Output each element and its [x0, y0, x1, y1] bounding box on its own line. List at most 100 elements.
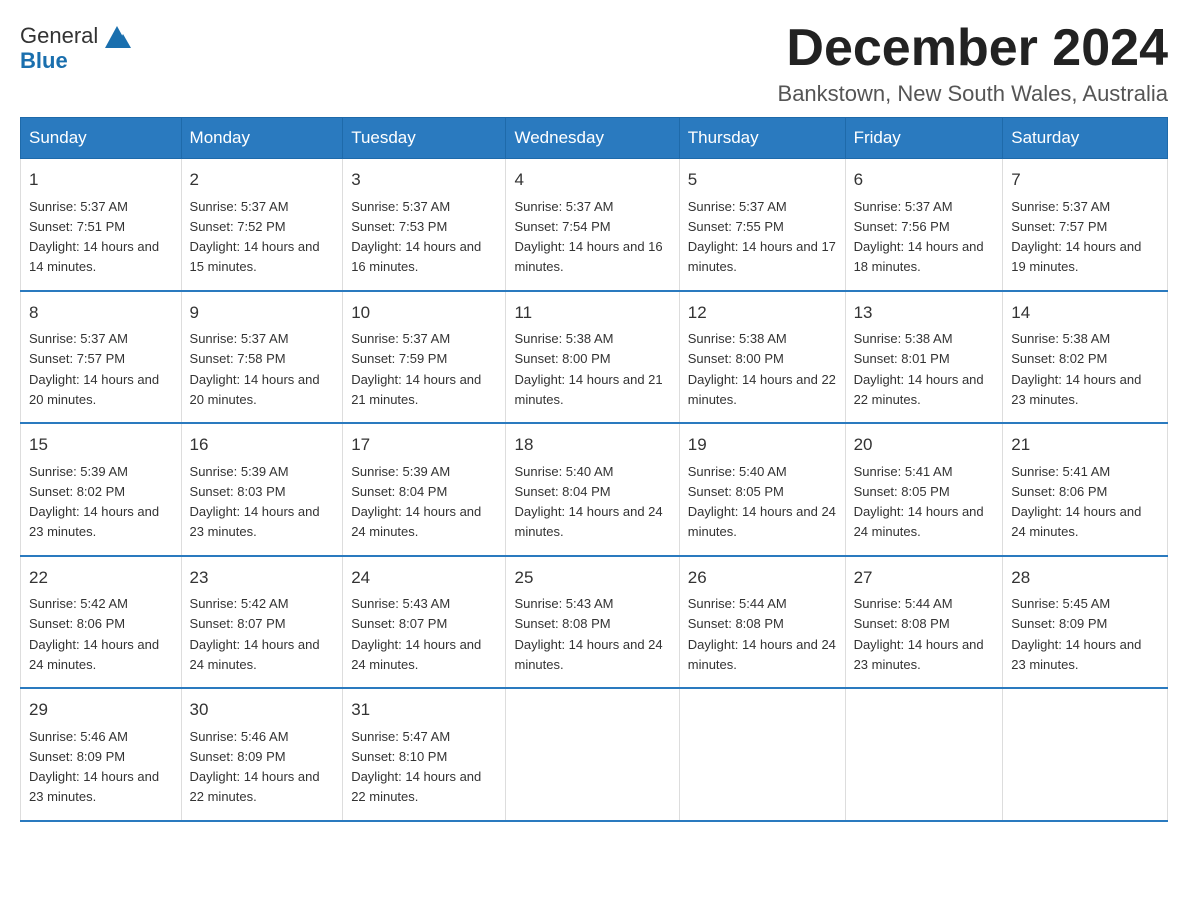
- day-number: 19: [688, 432, 837, 458]
- day-number: 28: [1011, 565, 1159, 591]
- day-info: Sunrise: 5:41 AMSunset: 8:05 PMDaylight:…: [854, 464, 984, 540]
- day-info: Sunrise: 5:41 AMSunset: 8:06 PMDaylight:…: [1011, 464, 1141, 540]
- day-info: Sunrise: 5:38 AMSunset: 8:00 PMDaylight:…: [514, 331, 662, 407]
- title-area: December 2024 Bankstown, New South Wales…: [778, 20, 1168, 107]
- day-info: Sunrise: 5:38 AMSunset: 8:00 PMDaylight:…: [688, 331, 836, 407]
- day-number: 2: [190, 167, 335, 193]
- calendar-day-cell: 9 Sunrise: 5:37 AMSunset: 7:58 PMDayligh…: [181, 291, 343, 424]
- calendar-day-cell: 13 Sunrise: 5:38 AMSunset: 8:01 PMDaylig…: [845, 291, 1003, 424]
- day-number: 25: [514, 565, 670, 591]
- day-number: 15: [29, 432, 173, 458]
- calendar-day-cell: 12 Sunrise: 5:38 AMSunset: 8:00 PMDaylig…: [679, 291, 845, 424]
- calendar-day-cell: 3 Sunrise: 5:37 AMSunset: 7:53 PMDayligh…: [343, 159, 506, 291]
- day-number: 4: [514, 167, 670, 193]
- weekday-header-tuesday: Tuesday: [343, 118, 506, 159]
- day-info: Sunrise: 5:43 AMSunset: 8:07 PMDaylight:…: [351, 596, 481, 672]
- day-number: 13: [854, 300, 995, 326]
- day-info: Sunrise: 5:37 AMSunset: 7:55 PMDaylight:…: [688, 199, 836, 275]
- day-number: 21: [1011, 432, 1159, 458]
- calendar-day-cell: 19 Sunrise: 5:40 AMSunset: 8:05 PMDaylig…: [679, 423, 845, 556]
- weekday-header-monday: Monday: [181, 118, 343, 159]
- day-number: 11: [514, 300, 670, 326]
- day-info: Sunrise: 5:37 AMSunset: 7:56 PMDaylight:…: [854, 199, 984, 275]
- day-number: 3: [351, 167, 497, 193]
- calendar-day-cell: 17 Sunrise: 5:39 AMSunset: 8:04 PMDaylig…: [343, 423, 506, 556]
- calendar-week-row: 22 Sunrise: 5:42 AMSunset: 8:06 PMDaylig…: [21, 556, 1168, 689]
- day-info: Sunrise: 5:43 AMSunset: 8:08 PMDaylight:…: [514, 596, 662, 672]
- calendar-day-cell: 20 Sunrise: 5:41 AMSunset: 8:05 PMDaylig…: [845, 423, 1003, 556]
- day-number: 29: [29, 697, 173, 723]
- location-subtitle: Bankstown, New South Wales, Australia: [778, 81, 1168, 107]
- day-number: 1: [29, 167, 173, 193]
- day-info: Sunrise: 5:37 AMSunset: 7:57 PMDaylight:…: [1011, 199, 1141, 275]
- logo-icon: [101, 20, 133, 52]
- day-info: Sunrise: 5:42 AMSunset: 8:06 PMDaylight:…: [29, 596, 159, 672]
- day-info: Sunrise: 5:37 AMSunset: 7:53 PMDaylight:…: [351, 199, 481, 275]
- calendar-week-row: 15 Sunrise: 5:39 AMSunset: 8:02 PMDaylig…: [21, 423, 1168, 556]
- calendar-day-cell: 16 Sunrise: 5:39 AMSunset: 8:03 PMDaylig…: [181, 423, 343, 556]
- calendar-day-cell: 10 Sunrise: 5:37 AMSunset: 7:59 PMDaylig…: [343, 291, 506, 424]
- calendar-day-cell: 15 Sunrise: 5:39 AMSunset: 8:02 PMDaylig…: [21, 423, 182, 556]
- day-info: Sunrise: 5:39 AMSunset: 8:03 PMDaylight:…: [190, 464, 320, 540]
- weekday-header-saturday: Saturday: [1003, 118, 1168, 159]
- calendar-day-cell: 30 Sunrise: 5:46 AMSunset: 8:09 PMDaylig…: [181, 688, 343, 821]
- day-info: Sunrise: 5:42 AMSunset: 8:07 PMDaylight:…: [190, 596, 320, 672]
- calendar-day-cell: 24 Sunrise: 5:43 AMSunset: 8:07 PMDaylig…: [343, 556, 506, 689]
- day-info: Sunrise: 5:44 AMSunset: 8:08 PMDaylight:…: [688, 596, 836, 672]
- day-info: Sunrise: 5:46 AMSunset: 8:09 PMDaylight:…: [29, 729, 159, 805]
- calendar-week-row: 8 Sunrise: 5:37 AMSunset: 7:57 PMDayligh…: [21, 291, 1168, 424]
- calendar-day-cell: 29 Sunrise: 5:46 AMSunset: 8:09 PMDaylig…: [21, 688, 182, 821]
- day-info: Sunrise: 5:40 AMSunset: 8:05 PMDaylight:…: [688, 464, 836, 540]
- day-number: 12: [688, 300, 837, 326]
- day-number: 5: [688, 167, 837, 193]
- day-info: Sunrise: 5:38 AMSunset: 8:01 PMDaylight:…: [854, 331, 984, 407]
- calendar-day-cell: 7 Sunrise: 5:37 AMSunset: 7:57 PMDayligh…: [1003, 159, 1168, 291]
- weekday-header-friday: Friday: [845, 118, 1003, 159]
- day-number: 14: [1011, 300, 1159, 326]
- calendar-day-cell: 11 Sunrise: 5:38 AMSunset: 8:00 PMDaylig…: [506, 291, 679, 424]
- day-info: Sunrise: 5:40 AMSunset: 8:04 PMDaylight:…: [514, 464, 662, 540]
- logo-general: General: [20, 23, 98, 49]
- day-number: 9: [190, 300, 335, 326]
- day-info: Sunrise: 5:39 AMSunset: 8:04 PMDaylight:…: [351, 464, 481, 540]
- day-info: Sunrise: 5:47 AMSunset: 8:10 PMDaylight:…: [351, 729, 481, 805]
- calendar-day-cell: 14 Sunrise: 5:38 AMSunset: 8:02 PMDaylig…: [1003, 291, 1168, 424]
- day-number: 10: [351, 300, 497, 326]
- weekday-header-thursday: Thursday: [679, 118, 845, 159]
- day-info: Sunrise: 5:39 AMSunset: 8:02 PMDaylight:…: [29, 464, 159, 540]
- calendar-day-cell: 28 Sunrise: 5:45 AMSunset: 8:09 PMDaylig…: [1003, 556, 1168, 689]
- day-info: Sunrise: 5:45 AMSunset: 8:09 PMDaylight:…: [1011, 596, 1141, 672]
- weekday-header-row: SundayMondayTuesdayWednesdayThursdayFrid…: [21, 118, 1168, 159]
- calendar-day-cell: 23 Sunrise: 5:42 AMSunset: 8:07 PMDaylig…: [181, 556, 343, 689]
- day-number: 18: [514, 432, 670, 458]
- calendar-day-cell: 4 Sunrise: 5:37 AMSunset: 7:54 PMDayligh…: [506, 159, 679, 291]
- day-info: Sunrise: 5:46 AMSunset: 8:09 PMDaylight:…: [190, 729, 320, 805]
- calendar-day-cell: 8 Sunrise: 5:37 AMSunset: 7:57 PMDayligh…: [21, 291, 182, 424]
- day-info: Sunrise: 5:37 AMSunset: 7:57 PMDaylight:…: [29, 331, 159, 407]
- calendar-day-cell: 31 Sunrise: 5:47 AMSunset: 8:10 PMDaylig…: [343, 688, 506, 821]
- calendar-day-cell: 18 Sunrise: 5:40 AMSunset: 8:04 PMDaylig…: [506, 423, 679, 556]
- calendar-day-cell: [845, 688, 1003, 821]
- calendar-day-cell: 2 Sunrise: 5:37 AMSunset: 7:52 PMDayligh…: [181, 159, 343, 291]
- month-title: December 2024: [778, 20, 1168, 77]
- calendar-day-cell: [506, 688, 679, 821]
- calendar-day-cell: 6 Sunrise: 5:37 AMSunset: 7:56 PMDayligh…: [845, 159, 1003, 291]
- day-number: 30: [190, 697, 335, 723]
- calendar-day-cell: 26 Sunrise: 5:44 AMSunset: 8:08 PMDaylig…: [679, 556, 845, 689]
- calendar-day-cell: 1 Sunrise: 5:37 AMSunset: 7:51 PMDayligh…: [21, 159, 182, 291]
- calendar-week-row: 1 Sunrise: 5:37 AMSunset: 7:51 PMDayligh…: [21, 159, 1168, 291]
- day-number: 20: [854, 432, 995, 458]
- calendar-day-cell: 27 Sunrise: 5:44 AMSunset: 8:08 PMDaylig…: [845, 556, 1003, 689]
- day-info: Sunrise: 5:38 AMSunset: 8:02 PMDaylight:…: [1011, 331, 1141, 407]
- day-info: Sunrise: 5:37 AMSunset: 7:52 PMDaylight:…: [190, 199, 320, 275]
- day-info: Sunrise: 5:37 AMSunset: 7:58 PMDaylight:…: [190, 331, 320, 407]
- weekday-header-sunday: Sunday: [21, 118, 182, 159]
- day-number: 17: [351, 432, 497, 458]
- day-number: 31: [351, 697, 497, 723]
- calendar-day-cell: 21 Sunrise: 5:41 AMSunset: 8:06 PMDaylig…: [1003, 423, 1168, 556]
- day-number: 6: [854, 167, 995, 193]
- day-number: 16: [190, 432, 335, 458]
- calendar-day-cell: 25 Sunrise: 5:43 AMSunset: 8:08 PMDaylig…: [506, 556, 679, 689]
- calendar-day-cell: [1003, 688, 1168, 821]
- calendar-day-cell: 5 Sunrise: 5:37 AMSunset: 7:55 PMDayligh…: [679, 159, 845, 291]
